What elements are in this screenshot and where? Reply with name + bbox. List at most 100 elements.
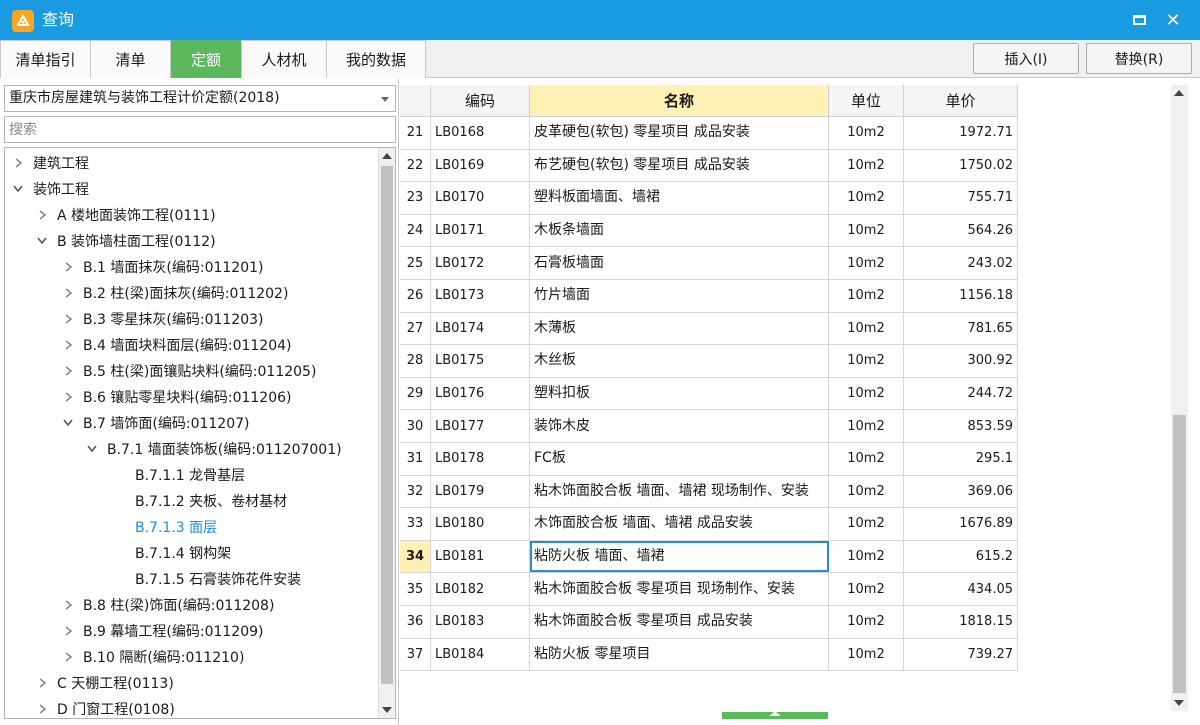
chevron-right-icon[interactable] bbox=[35, 702, 49, 716]
tree-item[interactable]: B.1 墙面抹灰(编码:011201) bbox=[5, 254, 379, 280]
table-row[interactable]: 37 LB0184 粘防火板 零星项目 10m2 739.27 bbox=[400, 638, 1018, 672]
chevron-down-icon[interactable] bbox=[11, 182, 25, 196]
tab-my-data[interactable]: 我的数据 bbox=[326, 40, 426, 78]
chevron-right-icon[interactable] bbox=[11, 156, 25, 170]
tree-item[interactable]: D 门窗工程(0108) bbox=[5, 696, 379, 718]
tree-scrollbar[interactable] bbox=[378, 148, 395, 718]
table-row[interactable]: 21 LB0168 皮革硬包(软包) 零星项目 成品安装 10m2 1972.71 bbox=[400, 117, 1018, 150]
tab-label: 我的数据 bbox=[345, 51, 406, 69]
scroll-thumb[interactable] bbox=[1173, 415, 1186, 693]
table-row[interactable]: 29 LB0176 塑料扣板 10m2 244.72 bbox=[400, 377, 1018, 411]
window-title: 查询 bbox=[42, 10, 75, 29]
tree-item[interactable]: B.10 隔断(编码:011210) bbox=[5, 644, 379, 670]
tree-item[interactable]: B.7.1.3 面层 bbox=[5, 514, 379, 540]
chevron-right-icon[interactable] bbox=[61, 390, 75, 404]
chevron-right-icon[interactable] bbox=[35, 676, 49, 690]
tree-item[interactable]: B.2 柱(梁)面抹灰(编码:011202) bbox=[5, 280, 379, 306]
tree-item[interactable]: B.7.1 墙面装饰板(编码:011207001) bbox=[5, 436, 379, 462]
tree-item[interactable]: B.7.1.2 夹板、卷材基材 bbox=[5, 488, 379, 514]
header-price[interactable]: 单价 bbox=[904, 85, 1018, 117]
close-button[interactable]: ✕ bbox=[1160, 8, 1186, 32]
name-cell: 木薄板 bbox=[530, 312, 829, 345]
tab-labor-material-machine[interactable]: 人材机 bbox=[241, 40, 327, 78]
table-row[interactable]: 24 LB0171 木板条墙面 10m2 564.26 bbox=[400, 214, 1018, 248]
grid-scrollbar[interactable] bbox=[1171, 85, 1188, 711]
chevron-right-icon[interactable] bbox=[61, 286, 75, 300]
table-row[interactable]: 31 LB0178 FC板 10m2 295.1 bbox=[400, 443, 1018, 476]
table-row[interactable]: 26 LB0173 竹片墙面 10m2 1156.18 bbox=[400, 280, 1018, 313]
chevron-right-icon[interactable] bbox=[61, 364, 75, 378]
table-row[interactable]: 22 LB0169 布艺硬包(软包) 零星项目 成品安装 10m2 1750.02 bbox=[400, 149, 1018, 183]
tree-item-label: A 楼地面装饰工程(0111) bbox=[57, 208, 216, 224]
header-code[interactable]: 编码 bbox=[431, 85, 530, 117]
scroll-thumb[interactable] bbox=[381, 166, 393, 684]
tree-item[interactable]: 建筑工程 bbox=[5, 150, 379, 176]
code-cell: LB0178 bbox=[431, 443, 530, 475]
table-row[interactable]: 23 LB0170 塑料板面墙面、墙裙 10m2 755.71 bbox=[400, 182, 1018, 215]
table-row[interactable]: 34 LB0181 粘防火板 墙面、墙裙 10m2 615.2 bbox=[400, 540, 1018, 574]
scroll-up-icon[interactable] bbox=[1174, 90, 1184, 96]
unit-cell: 10m2 bbox=[829, 345, 904, 377]
chevron-right-icon[interactable] bbox=[61, 338, 75, 352]
tree-item[interactable]: 装饰工程 bbox=[5, 176, 379, 202]
unit-cell: 10m2 bbox=[829, 117, 904, 149]
replace-button[interactable]: 替换(R) bbox=[1086, 43, 1192, 74]
table-row[interactable]: 32 LB0179 粘木饰面胶合板 墙面、墙裙 现场制作、安装 10m2 369.06 bbox=[400, 475, 1018, 509]
tab-bill[interactable]: 清单 bbox=[90, 40, 171, 78]
chevron-down-icon[interactable] bbox=[61, 416, 75, 430]
tree-item[interactable]: B.4 墙面块料面层(编码:011204) bbox=[5, 332, 379, 358]
table-row[interactable]: 28 LB0175 木丝板 10m2 300.92 bbox=[400, 345, 1018, 378]
quota-library-select[interactable]: 重庆市房屋建筑与装饰工程计价定额(2018) bbox=[4, 85, 396, 112]
chevron-down-icon[interactable] bbox=[85, 442, 99, 456]
header-unit[interactable]: 单位 bbox=[829, 85, 904, 117]
chevron-down-icon[interactable] bbox=[35, 234, 49, 248]
code-cell: LB0168 bbox=[431, 117, 530, 149]
chevron-right-icon[interactable] bbox=[35, 208, 49, 222]
price-cell: 615.2 bbox=[904, 540, 1018, 573]
maximize-button[interactable] bbox=[1126, 8, 1152, 32]
tree-item[interactable]: B.7.1.1 龙骨基层 bbox=[5, 462, 379, 488]
tree-item[interactable]: B.3 零星抹灰(编码:011203) bbox=[5, 306, 379, 332]
tab-quota[interactable]: 定额 bbox=[171, 40, 241, 78]
table-row[interactable]: 27 LB0174 木薄板 10m2 781.65 bbox=[400, 312, 1018, 346]
search-input[interactable] bbox=[4, 116, 396, 143]
chevron-right-icon[interactable] bbox=[61, 598, 75, 612]
tree-item[interactable]: B.6 镶贴零星块料(编码:011206) bbox=[5, 384, 379, 410]
code-cell: LB0183 bbox=[431, 606, 530, 638]
unit-cell: 10m2 bbox=[829, 149, 904, 182]
tree-item-label: B.2 柱(梁)面抹灰(编码:011202) bbox=[83, 286, 289, 302]
tree-item-label: B.7.1.4 钢构架 bbox=[135, 546, 232, 562]
price-cell: 1676.89 bbox=[904, 508, 1018, 540]
chevron-right-icon[interactable] bbox=[61, 312, 75, 326]
unit-cell: 10m2 bbox=[829, 214, 904, 247]
panel-resize-handle[interactable] bbox=[722, 711, 828, 719]
price-cell: 1972.71 bbox=[904, 117, 1018, 149]
scroll-down-icon[interactable] bbox=[1174, 700, 1184, 706]
header-name[interactable]: 名称 bbox=[530, 85, 829, 117]
chevron-right-icon[interactable] bbox=[61, 650, 75, 664]
tree-item[interactable]: B.7.1.5 石膏装饰花件安装 bbox=[5, 566, 379, 592]
code-cell: LB0175 bbox=[431, 345, 530, 377]
tree-item[interactable]: B.8 柱(梁)饰面(编码:011208) bbox=[5, 592, 379, 618]
scroll-up-icon[interactable] bbox=[382, 153, 392, 159]
tree-item[interactable]: A 楼地面装饰工程(0111) bbox=[5, 202, 379, 228]
tree-item[interactable]: B.7 墙饰面(编码:011207) bbox=[5, 410, 379, 436]
table-row[interactable]: 33 LB0180 木饰面胶合板 墙面、墙裙 成品安装 10m2 1676.89 bbox=[400, 508, 1018, 541]
tree-item[interactable]: B 装饰墙柱面工程(0112) bbox=[5, 228, 379, 254]
table-row[interactable]: 35 LB0182 粘木饰面胶合板 零星项目 现场制作、安装 10m2 434.05 bbox=[400, 573, 1018, 606]
tree-item[interactable]: B.7.1.4 钢构架 bbox=[5, 540, 379, 566]
table-row[interactable]: 30 LB0177 装饰木皮 10m2 853.59 bbox=[400, 410, 1018, 443]
code-cell: LB0171 bbox=[431, 214, 530, 247]
tree-item[interactable]: B.9 幕墙工程(编码:011209) bbox=[5, 618, 379, 644]
scroll-down-icon[interactable] bbox=[382, 707, 392, 713]
tab-bill-guide[interactable]: 清单指引 bbox=[0, 40, 91, 78]
table-row[interactable]: 25 LB0172 石膏板墙面 10m2 243.02 bbox=[400, 247, 1018, 280]
category-tree[interactable]: 建筑工程 装饰工程 A 楼地面装饰工程(0111) B 装饰墙柱面工程(0112) B.… bbox=[4, 147, 396, 719]
chevron-right-icon[interactable] bbox=[61, 624, 75, 638]
price-cell: 369.06 bbox=[904, 475, 1018, 508]
insert-button[interactable]: 插入(I) bbox=[973, 43, 1079, 74]
tree-item[interactable]: B.5 柱(梁)面镶贴块料(编码:011205) bbox=[5, 358, 379, 384]
table-row[interactable]: 36 LB0183 粘木饰面胶合板 零星项目 成品安装 10m2 1818.15 bbox=[400, 606, 1018, 639]
tree-item[interactable]: C 天棚工程(0113) bbox=[5, 670, 379, 696]
chevron-right-icon[interactable] bbox=[61, 260, 75, 274]
